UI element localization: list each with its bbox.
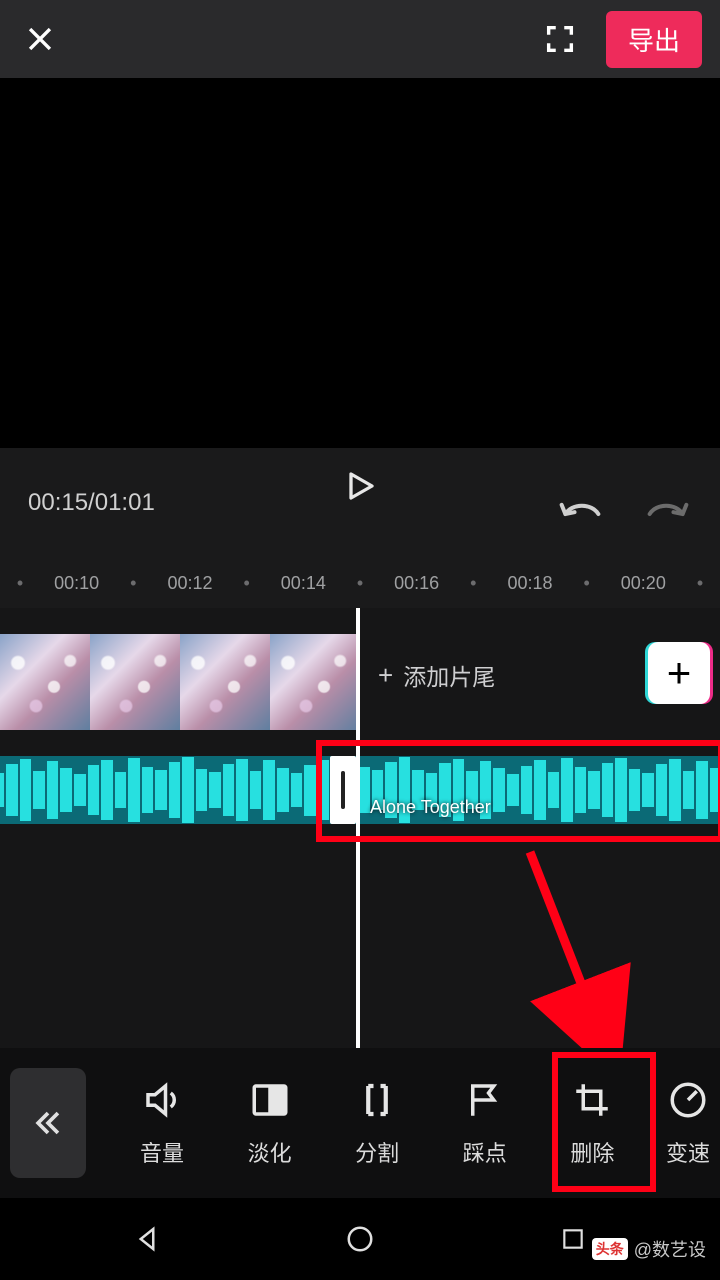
ruler-tick: 00:20: [597, 573, 690, 594]
video-track[interactable]: [0, 634, 360, 730]
system-home-button[interactable]: [337, 1216, 383, 1262]
system-nav-bar: 头条 @数艺设: [0, 1198, 720, 1280]
watermark: 头条 @数艺设: [592, 1236, 706, 1262]
close-button[interactable]: [18, 17, 62, 61]
video-thumbnail: [270, 634, 360, 730]
tool-volume[interactable]: 音量: [110, 1078, 214, 1168]
export-button[interactable]: 导出: [606, 11, 702, 68]
tool-delete[interactable]: 删除: [540, 1078, 644, 1168]
add-clip-button[interactable]: +: [648, 642, 710, 704]
waveform: [0, 756, 720, 824]
fullscreen-icon: [543, 22, 577, 56]
app-root: 导出 00:15/01:01 • 00:10 • 00:12 • 00:14 •…: [0, 0, 720, 1280]
video-preview[interactable]: [0, 78, 720, 448]
tool-speed[interactable]: 变速: [648, 1078, 712, 1168]
system-back-button[interactable]: [124, 1216, 170, 1262]
split-icon: [356, 1079, 398, 1121]
annotation-arrow: [510, 842, 650, 1048]
top-bar: 导出: [0, 0, 720, 78]
ruler-tick: 00:18: [483, 573, 576, 594]
add-ending-button[interactable]: + 添加片尾: [378, 658, 495, 692]
video-thumbnail: [90, 634, 180, 730]
tool-beat[interactable]: 踩点: [433, 1078, 537, 1168]
undo-icon: [558, 486, 602, 520]
ruler-tick: 00:16: [370, 573, 463, 594]
audio-clip-name: Alone Together: [370, 797, 491, 818]
ruler-tick: 00:14: [257, 573, 350, 594]
tool-split[interactable]: 分割: [325, 1078, 429, 1168]
play-button[interactable]: [334, 460, 386, 512]
redo-button[interactable]: [644, 479, 692, 527]
video-thumbnail: [0, 634, 90, 730]
close-icon: [23, 22, 57, 56]
triangle-back-icon: [132, 1224, 162, 1254]
plus-icon: +: [378, 660, 393, 691]
ruler-tick: 00:12: [143, 573, 236, 594]
timeline[interactable]: + 添加片尾 + Alone Together: [0, 608, 720, 1048]
add-ending-label: 添加片尾: [403, 658, 495, 692]
timeline-ruler[interactable]: • 00:10 • 00:12 • 00:14 • 00:16 • 00:18 …: [0, 558, 720, 608]
flag-icon: [464, 1079, 506, 1121]
audio-track[interactable]: Alone Together: [0, 748, 720, 832]
plus-icon: +: [667, 649, 692, 697]
fade-icon: [249, 1079, 291, 1121]
watermark-badge: 头条: [592, 1238, 628, 1260]
time-display: 00:15/01:01: [28, 489, 155, 517]
gauge-icon: [667, 1079, 709, 1121]
system-recent-button[interactable]: [550, 1216, 596, 1262]
circle-home-icon: [345, 1224, 375, 1254]
tool-label: 分割: [355, 1136, 399, 1168]
play-icon: [342, 466, 378, 506]
tool-label: 踩点: [463, 1136, 507, 1168]
tool-label: 删除: [570, 1136, 614, 1168]
undo-button[interactable]: [556, 479, 604, 527]
watermark-author: @数艺设: [634, 1236, 706, 1262]
tool-label: 变速: [666, 1136, 710, 1168]
tools-back-button[interactable]: [10, 1068, 86, 1178]
square-recent-icon: [560, 1226, 586, 1252]
audio-trim-handle[interactable]: [330, 756, 356, 824]
audio-clip[interactable]: Alone Together: [0, 756, 720, 824]
bottom-tool-strip: 音量 淡化 分割 踩点 删除 变速: [0, 1048, 720, 1198]
fullscreen-button[interactable]: [538, 17, 582, 61]
tool-label: 淡化: [248, 1136, 292, 1168]
chevron-double-left-icon: [31, 1106, 65, 1140]
tool-label: 音量: [140, 1136, 184, 1168]
video-thumbnail: [180, 634, 270, 730]
tool-fade[interactable]: 淡化: [218, 1078, 322, 1168]
crop-delete-icon: [571, 1079, 613, 1121]
redo-icon: [646, 486, 690, 520]
ruler-tick: 00:10: [30, 573, 123, 594]
volume-icon: [141, 1079, 183, 1121]
